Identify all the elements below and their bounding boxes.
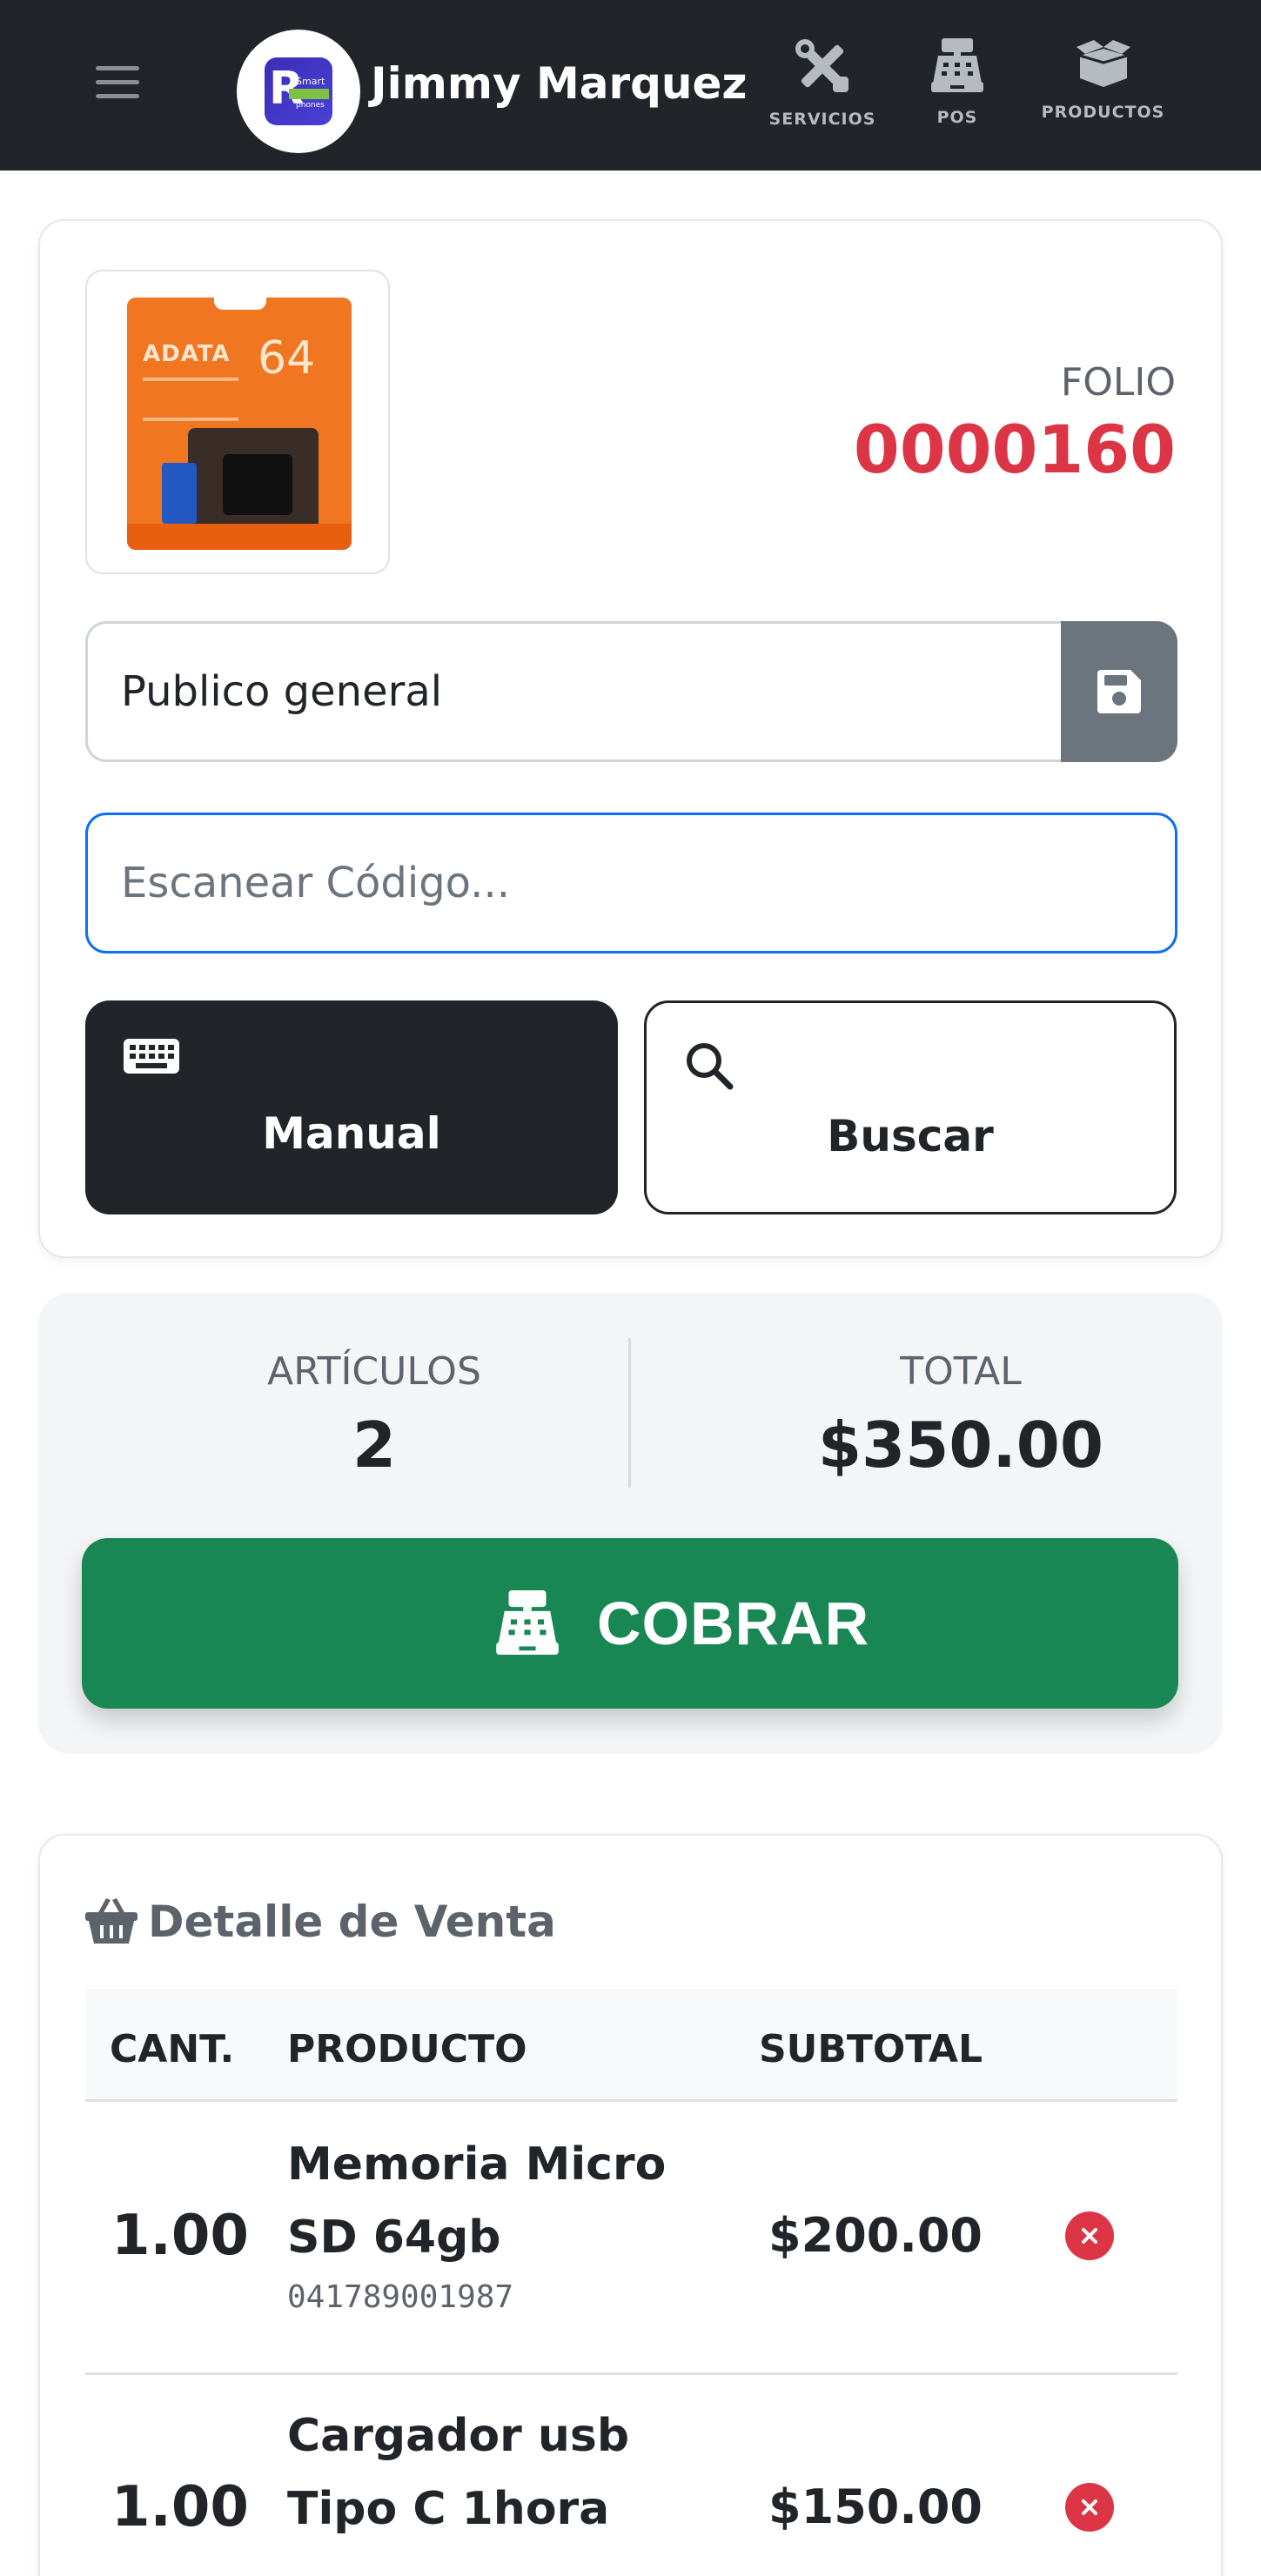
manual-entry-button[interactable]: Manual xyxy=(85,1000,618,1214)
row-qty[interactable]: 1.00 xyxy=(111,2472,249,2542)
totals-panel: ARTÍCULOS 2 TOTAL $350.00 COBRAR xyxy=(38,1293,1223,1754)
save-client-button[interactable] xyxy=(1061,621,1177,762)
client-input-group xyxy=(85,621,1177,762)
row-product-name: Cargador usb Tipo C 1hora xyxy=(287,2410,630,2535)
folio-label: FOLIO xyxy=(1060,360,1176,405)
close-icon xyxy=(1082,2228,1097,2244)
top-navbar: R Smart phones Jimmy Marquez SERVICIOS P… xyxy=(0,0,1261,171)
charge-button-label: COBRAR xyxy=(597,1589,870,1657)
basket-icon xyxy=(85,1898,138,1944)
column-header-qty: CANT. xyxy=(110,2027,235,2071)
search-product-button[interactable]: Buscar xyxy=(644,1000,1177,1214)
nav-servicios[interactable]: SERVICIOS xyxy=(766,38,879,143)
close-icon xyxy=(1082,2499,1097,2515)
detail-title-text: Detalle de Venta xyxy=(148,1897,556,1947)
barcode-scan-input[interactable] xyxy=(85,813,1177,953)
menu-toggle-icon[interactable] xyxy=(96,66,139,101)
tools-icon xyxy=(795,39,848,92)
cash-register-icon xyxy=(496,1590,559,1655)
logo-badge: R Smart phones xyxy=(265,57,332,125)
items-label: ARTÍCULOS xyxy=(267,1349,481,1394)
row-subtotal: $200.00 xyxy=(768,2208,983,2263)
brand-name[interactable]: Jimmy Marquez xyxy=(371,56,748,111)
remove-item-button[interactable] xyxy=(1065,2483,1114,2532)
total-amount-block: TOTAL $350.00 xyxy=(700,1348,1222,1482)
cash-register-icon xyxy=(931,38,983,92)
column-header-subtotal: SUBTOTAL xyxy=(758,2027,983,2071)
nav-pos[interactable]: POS xyxy=(922,38,992,143)
column-header-product: PRODUCTO xyxy=(287,2027,527,2071)
product-package-image: ADATA 64 xyxy=(127,296,352,550)
row-product-name: Memoria Micro SD 64gb xyxy=(287,2138,667,2264)
row-subtotal: $150.00 xyxy=(768,2479,983,2534)
brand-logo[interactable]: R Smart phones xyxy=(237,30,360,153)
nav-productos-label: PRODUCTOS xyxy=(1041,103,1165,122)
keyboard-icon xyxy=(124,1039,179,1074)
product-thumbnail[interactable]: ADATA 64 xyxy=(85,270,390,574)
search-button-label: Buscar xyxy=(827,1111,994,1161)
table-row: 1.00 Memoria Micro SD 64gb 041789001987 … xyxy=(85,2104,1177,2375)
total-amount: $350.00 xyxy=(818,1408,1103,1482)
row-qty[interactable]: 1.00 xyxy=(111,2201,249,2271)
remove-item-button[interactable] xyxy=(1065,2211,1114,2260)
search-icon xyxy=(687,1043,734,1090)
detail-title: Detalle de Venta xyxy=(85,1888,556,1956)
logo-text-bottom: phones xyxy=(296,101,325,110)
manual-button-label: Manual xyxy=(262,1108,441,1159)
table-row: 1.00 Cargador usb Tipo C 1hora $150.00 xyxy=(85,2375,1177,2576)
nav-productos[interactable]: PRODUCTOS xyxy=(1040,38,1166,143)
totals-divider xyxy=(628,1338,631,1488)
package-brand: ADATA xyxy=(143,341,231,367)
table-header: CANT. PRODUCTO SUBTOTAL xyxy=(85,1989,1177,2102)
items-count: 2 xyxy=(352,1408,397,1482)
nav-servicios-label: SERVICIOS xyxy=(768,110,876,129)
box-open-icon xyxy=(1076,40,1130,87)
charge-button[interactable]: COBRAR xyxy=(82,1538,1178,1709)
sale-card: ADATA 64 FOLIO 0000160 Publico general E… xyxy=(38,219,1223,1258)
floppy-disk-icon xyxy=(1097,670,1141,713)
sale-detail-card: Detalle de Venta CANT. PRODUCTO SUBTOTAL… xyxy=(38,1834,1223,2576)
row-product-code: 041789001987 xyxy=(287,2279,514,2315)
folio-number: 0000160 xyxy=(853,411,1176,488)
logo-stripe xyxy=(289,89,329,99)
items-count-block: ARTÍCULOS 2 xyxy=(113,1348,635,1482)
package-capacity: 64 xyxy=(258,332,316,385)
nav-pos-label: POS xyxy=(936,108,978,127)
total-label: TOTAL xyxy=(900,1349,1022,1394)
client-input[interactable] xyxy=(85,621,1061,762)
logo-text-top: Smart xyxy=(296,76,325,87)
